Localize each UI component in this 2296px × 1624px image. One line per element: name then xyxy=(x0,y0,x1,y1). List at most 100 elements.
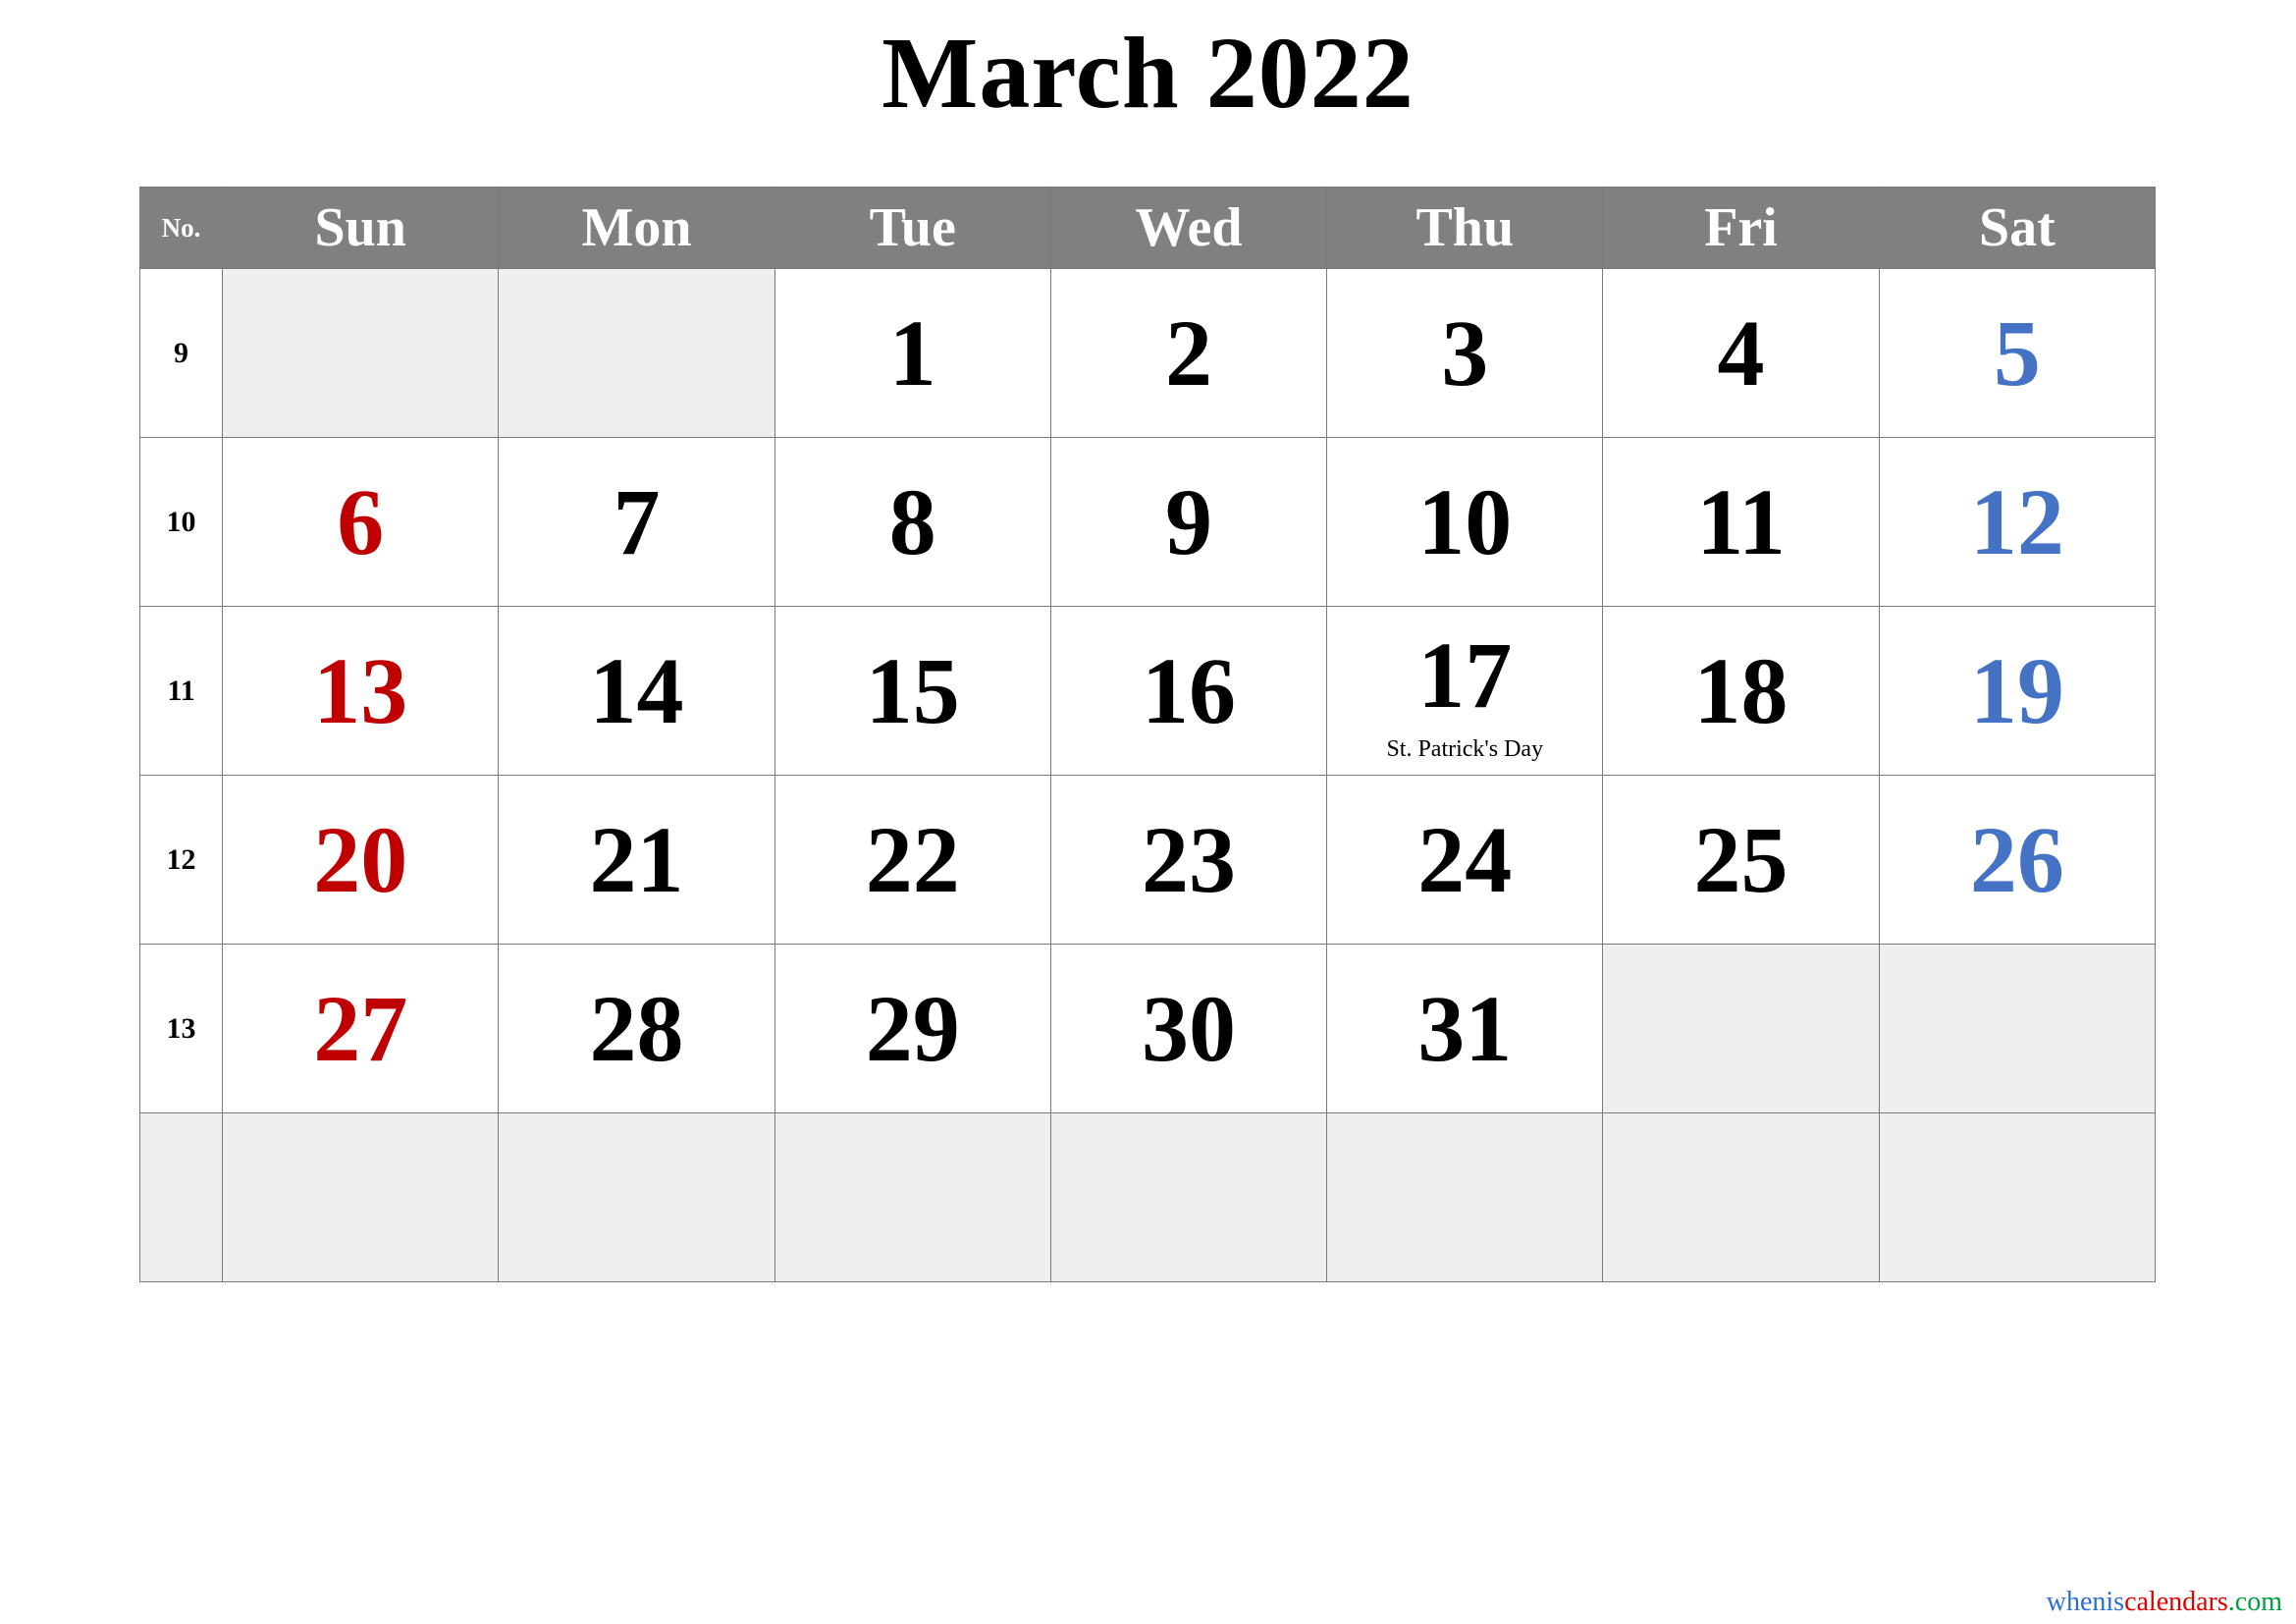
header-day-tue: Tue xyxy=(774,187,1051,269)
week-number-cell xyxy=(138,1112,224,1282)
day-number: 21 xyxy=(589,806,684,912)
calendar-day-cell-tue[interactable]: 8 xyxy=(774,437,1051,607)
header-day-thu: Thu xyxy=(1326,187,1604,269)
calendar-cell-empty xyxy=(222,268,500,438)
day-number: 31 xyxy=(1417,975,1513,1081)
calendar-day-cell-sun[interactable]: 27 xyxy=(222,944,500,1113)
calendar-cell-empty xyxy=(498,1112,775,1282)
watermark-part-1: whenis xyxy=(2046,1587,2125,1617)
day-number: 17 xyxy=(1417,622,1513,728)
calendar-cell-empty xyxy=(222,1112,500,1282)
calendar-day-cell-thu[interactable]: 3 xyxy=(1326,268,1604,438)
calendar-cell-empty xyxy=(1602,944,1880,1113)
site-watermark: wheniscalendars.com xyxy=(2047,1589,2282,1616)
calendar-day-cell-mon[interactable]: 28 xyxy=(498,944,775,1113)
calendar-week-row: 10 6 7 8 9 10 11 12 xyxy=(138,437,2157,607)
calendar-day-cell-tue[interactable]: 15 xyxy=(774,606,1051,776)
calendar-week-row xyxy=(138,1112,2157,1282)
calendar-day-cell-mon[interactable]: 21 xyxy=(498,775,775,945)
day-number: 16 xyxy=(1142,637,1236,743)
calendar-cell-empty xyxy=(1326,1112,1604,1282)
calendar-day-cell-fri[interactable]: 25 xyxy=(1602,775,1880,945)
page-title: March 2022 xyxy=(881,17,1415,130)
header-day-mon: Mon xyxy=(498,187,775,269)
calendar-day-cell-sat[interactable]: 26 xyxy=(1878,775,2157,945)
day-number: 20 xyxy=(313,806,408,912)
day-number: 9 xyxy=(1165,468,1212,574)
day-number: 4 xyxy=(1717,299,1765,406)
calendar-day-cell-tue[interactable]: 1 xyxy=(774,268,1051,438)
day-number: 1 xyxy=(888,299,936,406)
day-number: 11 xyxy=(1696,468,1786,574)
calendar-cell-empty xyxy=(774,1112,1051,1282)
header-day-wed: Wed xyxy=(1049,187,1328,269)
day-number: 7 xyxy=(613,468,661,574)
calendar-day-cell-wed[interactable]: 23 xyxy=(1049,775,1328,945)
header-day-fri: Fri xyxy=(1602,187,1880,269)
calendar-day-cell-sat[interactable]: 5 xyxy=(1878,268,2157,438)
calendar-day-cell-wed[interactable]: 9 xyxy=(1049,437,1328,607)
day-number: 19 xyxy=(1969,637,2064,743)
calendar-body: 9 1 2 3 4 5 10 6 7 8 9 10 11 12 11 13 14 15 16 17 St. Patric… xyxy=(138,268,2157,1282)
day-number: 24 xyxy=(1417,806,1513,912)
calendar-day-cell-sun[interactable]: 13 xyxy=(222,606,500,776)
calendar-day-cell-wed[interactable]: 30 xyxy=(1049,944,1328,1113)
day-number: 14 xyxy=(589,637,684,743)
calendar-day-cell-fri[interactable]: 18 xyxy=(1602,606,1880,776)
day-number: 30 xyxy=(1142,975,1236,1081)
watermark-part-2: calendars xyxy=(2124,1587,2228,1617)
day-number: 26 xyxy=(1969,806,2064,912)
calendar-cell-empty xyxy=(1602,1112,1880,1282)
calendar-day-cell-fri[interactable]: 11 xyxy=(1602,437,1880,607)
header-row: No. Sun Mon Tue Wed Thu Fri Sat xyxy=(138,187,2157,269)
calendar-day-cell-thu[interactable]: 31 xyxy=(1326,944,1604,1113)
day-number: 5 xyxy=(1993,299,2041,406)
calendar-day-cell-wed[interactable]: 2 xyxy=(1049,268,1328,438)
calendar-day-cell-thu[interactable]: 24 xyxy=(1326,775,1604,945)
day-number: 10 xyxy=(1417,468,1513,574)
day-number: 27 xyxy=(313,975,408,1081)
week-number-cell: 12 xyxy=(138,775,224,945)
week-number-cell: 11 xyxy=(138,606,224,776)
day-number: 15 xyxy=(865,637,960,743)
day-number: 25 xyxy=(1693,806,1789,912)
week-number-cell: 13 xyxy=(138,944,224,1113)
calendar-day-cell-thu[interactable]: 17 St. Patrick's Day xyxy=(1326,606,1604,776)
calendar-day-cell-mon[interactable]: 7 xyxy=(498,437,775,607)
day-number: 28 xyxy=(589,975,684,1081)
calendar-page: March 2022 No. Sun Mon Tue Wed Thu Fri S… xyxy=(0,0,2296,1624)
calendar-day-cell-sun[interactable]: 20 xyxy=(222,775,500,945)
day-number: 3 xyxy=(1441,299,1489,406)
calendar-day-cell-tue[interactable]: 22 xyxy=(774,775,1051,945)
calendar-cell-empty xyxy=(1878,1112,2157,1282)
calendar-day-cell-fri[interactable]: 4 xyxy=(1602,268,1880,438)
calendar-day-cell-wed[interactable]: 16 xyxy=(1049,606,1328,776)
calendar-day-cell-mon[interactable]: 14 xyxy=(498,606,775,776)
header-day-sat: Sat xyxy=(1878,187,2157,269)
calendar-grid: No. Sun Mon Tue Wed Thu Fri Sat 9 1 2 3 4 5 10… xyxy=(138,187,2157,1282)
calendar-week-row: 11 13 14 15 16 17 St. Patrick's Day 18 19 xyxy=(138,606,2157,776)
calendar-day-cell-sat[interactable]: 19 xyxy=(1878,606,2157,776)
header-day-sun: Sun xyxy=(222,187,500,269)
header-week-number: No. xyxy=(138,187,224,269)
day-number: 12 xyxy=(1969,468,2064,574)
calendar-day-cell-tue[interactable]: 29 xyxy=(774,944,1051,1113)
day-number: 8 xyxy=(888,468,936,574)
day-number: 18 xyxy=(1693,637,1789,743)
calendar-week-row: 12 20 21 22 23 24 25 26 xyxy=(138,775,2157,945)
holiday-label: St. Patrick's Day xyxy=(1386,736,1544,762)
week-number-cell: 9 xyxy=(138,268,224,438)
calendar-day-cell-thu[interactable]: 10 xyxy=(1326,437,1604,607)
watermark-part-3: .com xyxy=(2227,1587,2282,1617)
calendar-day-cell-sat[interactable]: 12 xyxy=(1878,437,2157,607)
calendar-header: No. Sun Mon Tue Wed Thu Fri Sat xyxy=(138,187,2157,269)
day-number: 2 xyxy=(1165,299,1212,406)
day-number: 22 xyxy=(865,806,960,912)
calendar-week-row: 9 1 2 3 4 5 xyxy=(138,268,2157,438)
week-number-cell: 10 xyxy=(138,437,224,607)
calendar-cell-empty xyxy=(498,268,775,438)
day-number: 23 xyxy=(1142,806,1236,912)
day-number: 6 xyxy=(337,468,385,574)
calendar-cell-empty xyxy=(1049,1112,1328,1282)
calendar-day-cell-sun[interactable]: 6 xyxy=(222,437,500,607)
